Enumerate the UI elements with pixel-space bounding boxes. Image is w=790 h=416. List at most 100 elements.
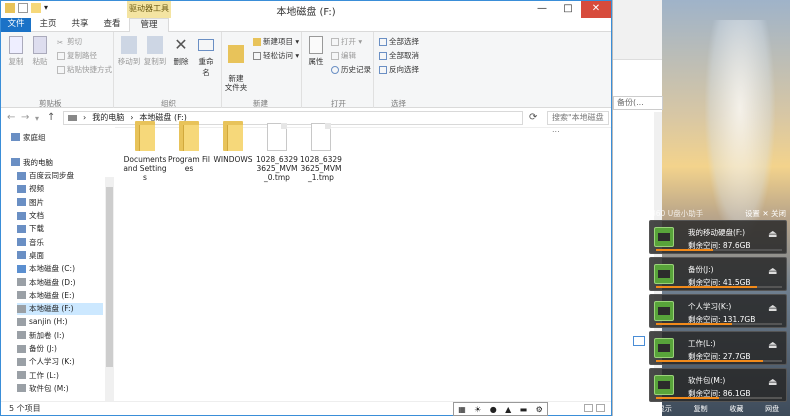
brightness-icon[interactable]: ☀ bbox=[474, 405, 481, 414]
ribbon-separator bbox=[301, 32, 302, 108]
select-none-button[interactable]: 全部取消 bbox=[379, 50, 419, 61]
nav-item-label: 本地磁盘 (F:) bbox=[29, 304, 74, 314]
usb-drive-icon bbox=[654, 227, 674, 247]
gear-icon[interactable]: ⚙ bbox=[536, 405, 543, 414]
select-none-label: 全部取消 bbox=[389, 51, 419, 60]
nav-item[interactable]: 本地磁盘 (F:) bbox=[17, 302, 103, 315]
usb-drive-icon bbox=[654, 338, 674, 358]
paste-shortcut-button[interactable]: 粘贴快捷方式 bbox=[57, 64, 112, 75]
nav-item[interactable]: 视频 bbox=[17, 183, 44, 195]
eject-icon[interactable]: ⏏ bbox=[768, 266, 780, 280]
eject-icon[interactable]: ⏏ bbox=[768, 229, 780, 243]
file-item[interactable]: 1028_63293625_MVM_1.tmp bbox=[299, 121, 343, 182]
nav-item[interactable]: 本地磁盘 (E:) bbox=[17, 289, 75, 301]
nav-item[interactable]: 音乐 bbox=[17, 236, 44, 248]
invert-selection-button[interactable]: 反向选择 bbox=[379, 64, 419, 75]
back-arrow-icon[interactable]: ← bbox=[7, 112, 15, 123]
recent-locations-chevron-icon[interactable]: ▾ bbox=[35, 114, 39, 123]
record-icon[interactable]: ● bbox=[490, 405, 497, 414]
nav-item[interactable]: 桌面 bbox=[17, 249, 44, 261]
usb-footer-button[interactable]: 显示 bbox=[658, 404, 672, 416]
edit-icon bbox=[331, 51, 339, 60]
copy-icon bbox=[9, 36, 23, 54]
nav-item[interactable]: 个人学习 (K:) bbox=[17, 356, 75, 368]
nav-item[interactable]: 新加卷 (I:) bbox=[17, 329, 64, 341]
copy-button[interactable]: 复制 bbox=[5, 36, 27, 67]
delete-button[interactable]: ✕ 删除 bbox=[171, 36, 191, 67]
up-arrow-icon[interactable]: ↑ bbox=[47, 112, 55, 123]
eject-icon[interactable]: ▲ bbox=[505, 405, 511, 414]
file-item[interactable]: 1028_63293625_MVM_0.tmp bbox=[255, 121, 299, 182]
video-icon bbox=[17, 184, 26, 193]
paste-button[interactable]: 粘贴 bbox=[29, 36, 51, 67]
usb-footer-button[interactable]: 网盘 bbox=[765, 404, 779, 416]
file-list: Documents and Settings Program Files WINDO… bbox=[117, 117, 612, 401]
nav-item[interactable]: 文档 bbox=[17, 210, 44, 222]
nav-scrollbar[interactable] bbox=[105, 177, 114, 401]
eject-icon[interactable]: ⏏ bbox=[768, 303, 780, 317]
copy-to-button[interactable]: 复制到 bbox=[143, 36, 167, 67]
usb-usage-fill bbox=[656, 323, 732, 325]
new-item-button[interactable]: 新建项目 ▾ bbox=[253, 36, 299, 47]
usb-drive-card[interactable]: 备份(J:) 剩余空间: 41.5GB ⏏ bbox=[649, 257, 787, 291]
nav-item[interactable]: 家庭组 bbox=[11, 131, 46, 143]
rename-button[interactable]: 重命名 bbox=[195, 36, 217, 78]
usb-helper-panel: 360 U盘小助手 设置 ✕ 关闭 我的移动硬盘(F:) 剩余空间: 87.6GB… bbox=[647, 206, 790, 416]
nav-item[interactable]: 备份 (J:) bbox=[17, 343, 57, 355]
eject-icon[interactable]: ⏏ bbox=[768, 340, 780, 354]
nav-item[interactable]: 软件包 (M:) bbox=[17, 382, 69, 394]
details-view-button[interactable] bbox=[633, 336, 645, 346]
minimize-button[interactable]: — bbox=[529, 1, 555, 18]
nav-item[interactable]: 下载 bbox=[17, 223, 44, 235]
new-folder-button[interactable]: 新建 文件夹 bbox=[223, 36, 249, 92]
move-to-button[interactable]: 移动到 bbox=[117, 36, 141, 67]
nav-item[interactable]: 我的电脑 bbox=[11, 156, 53, 168]
usb-drive-card[interactable]: 我的移动硬盘(F:) 剩余空间: 87.6GB ⏏ bbox=[649, 220, 787, 254]
tab-file[interactable]: 文件 bbox=[1, 18, 31, 32]
edit-button[interactable]: 编辑 bbox=[331, 50, 356, 61]
maximize-button[interactable]: □ bbox=[555, 1, 581, 18]
open-button[interactable]: 打开 ▾ bbox=[331, 36, 362, 47]
select-all-button[interactable]: 全部选择 bbox=[379, 36, 419, 47]
nav-item[interactable]: 工作 (L:) bbox=[17, 369, 59, 381]
nav-scrollbar-thumb[interactable] bbox=[106, 187, 113, 367]
grid-icon[interactable]: ▦ bbox=[458, 405, 466, 414]
usb-footer-button[interactable]: 复制 bbox=[694, 404, 708, 416]
tab-view[interactable]: 查看 bbox=[97, 18, 127, 32]
folder-item[interactable]: WINDOWS bbox=[211, 121, 255, 164]
nav-item[interactable]: 图片 bbox=[17, 196, 44, 208]
properties-button[interactable]: 属性 bbox=[305, 36, 327, 67]
eject-icon[interactable]: ⏏ bbox=[768, 377, 780, 391]
nav-item[interactable]: sanjin (H:) bbox=[17, 316, 68, 328]
folder-item[interactable]: Program Files bbox=[167, 121, 211, 173]
title-bar[interactable]: ▾ 驱动器工具 本地磁盘 (F:) — □ ✕ bbox=[1, 1, 611, 18]
cut-button[interactable]: ✂ 剪切 bbox=[57, 36, 82, 47]
close-button[interactable]: ✕ bbox=[581, 1, 611, 18]
nav-item[interactable]: 本地磁盘 (D:) bbox=[17, 276, 76, 288]
easy-access-label: 轻松访问 ▾ bbox=[263, 51, 300, 60]
usb-drive-card[interactable]: 工作(L:) 剩余空间: 27.7GB ⏏ bbox=[649, 331, 787, 365]
large-icons-view-icon[interactable] bbox=[596, 404, 605, 412]
monitor-icon[interactable]: ▬ bbox=[520, 405, 528, 414]
nav-item[interactable]: 本地磁盘 (C:) bbox=[17, 263, 75, 275]
usb-drive-card[interactable]: 软件包(M:) 剩余空间: 86.1GB ⏏ bbox=[649, 368, 787, 402]
tab-share[interactable]: 共享 bbox=[65, 18, 95, 32]
forward-arrow-icon[interactable]: → bbox=[21, 112, 29, 123]
new-folder-icon bbox=[228, 45, 244, 63]
details-view-icon[interactable] bbox=[584, 404, 593, 412]
clipboard-icon bbox=[33, 36, 47, 54]
delete-x-icon: ✕ bbox=[174, 35, 188, 54]
history-button[interactable]: 历史记录 bbox=[331, 64, 371, 75]
nav-item[interactable]: 百度云同步盘 bbox=[17, 170, 74, 182]
tab-home[interactable]: 主页 bbox=[33, 18, 63, 32]
background-search-input[interactable]: 备份(... bbox=[613, 96, 663, 110]
folder-item[interactable]: Documents and Settings bbox=[123, 121, 167, 182]
tab-manage[interactable]: 管理 bbox=[129, 18, 169, 33]
copy-path-button[interactable]: 复制路径 bbox=[57, 50, 97, 61]
usb-drive-card[interactable]: 个人学习(K:) 剩余空间: 131.7GB ⏏ bbox=[649, 294, 787, 328]
ribbon-separator bbox=[373, 32, 374, 108]
usb-panel-settings-close[interactable]: 设置 ✕ 关闭 bbox=[745, 208, 786, 219]
easy-access-button[interactable]: 轻松访问 ▾ bbox=[253, 50, 299, 61]
copy-to-label: 复制到 bbox=[143, 57, 167, 66]
usb-footer-button[interactable]: 收藏 bbox=[729, 404, 743, 416]
